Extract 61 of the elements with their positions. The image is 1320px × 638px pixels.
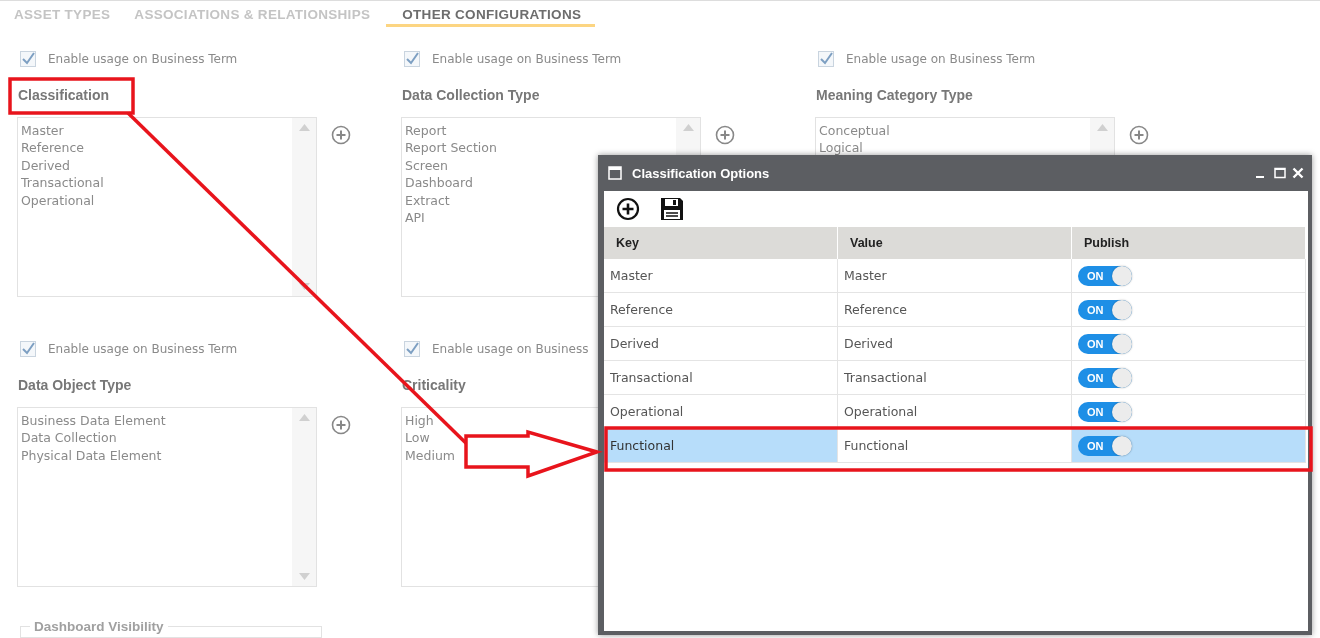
list-item[interactable]: Report Section [405, 139, 673, 157]
list-box[interactable]: Master Reference Derived Transactional Operational [17, 117, 317, 297]
list-item[interactable]: Transactional [21, 174, 289, 192]
list-box[interactable]: Business Data Element Data Collection Physical Data Element [17, 407, 317, 587]
table-cell: Operational [604, 395, 838, 429]
column-header: Key [604, 227, 838, 259]
checkbox[interactable] [404, 51, 420, 67]
toggle-switch[interactable]: ON [1078, 265, 1132, 286]
table-cell: Transactional [604, 361, 838, 395]
list-item[interactable]: Conceptual [819, 122, 1087, 140]
section-title: Data Collection Type [402, 86, 540, 104]
checkbox[interactable] [818, 51, 834, 67]
checkbox-label: Enable usage on Business Term [846, 52, 1036, 66]
add-button[interactable] [616, 197, 640, 221]
column-header: Value [838, 227, 1072, 259]
list-item[interactable]: Data Collection [21, 429, 289, 447]
toggle-switch[interactable]: ON [1078, 333, 1132, 354]
maximize-button[interactable] [1274, 167, 1286, 179]
checkbox-label: Enable usage on Business Term [432, 52, 622, 66]
add-icon[interactable] [331, 415, 351, 435]
list-item[interactable]: Logical [819, 139, 1087, 157]
toggle-switch[interactable]: ON [1078, 435, 1132, 456]
list-item[interactable]: Derived [21, 156, 289, 175]
dashboard-visibility-title: Dashboard Visibility [30, 619, 168, 634]
toggle-switch[interactable]: ON [1078, 401, 1132, 422]
list-item[interactable]: Report [405, 122, 673, 140]
table-cell: Derived [604, 327, 838, 361]
table-cell: Master [838, 259, 1072, 293]
section-title: Data Object Type [18, 376, 132, 394]
add-icon[interactable] [1129, 125, 1149, 145]
checkbox[interactable] [20, 51, 36, 67]
add-icon[interactable] [715, 125, 735, 145]
table-cell: Master [604, 259, 838, 293]
save-button[interactable] [660, 197, 684, 221]
window-icon [608, 166, 622, 180]
toggle-switch[interactable]: ON [1078, 367, 1132, 388]
table-cell: Reference [604, 293, 838, 327]
checkbox-label: Enable usage on Business Term [48, 342, 238, 356]
table-cell: Operational [838, 395, 1072, 429]
close-button[interactable] [1292, 167, 1304, 179]
list-item[interactable]: Business Data Element [21, 412, 289, 430]
list-item[interactable]: Physical Data Element [21, 446, 289, 465]
checkbox[interactable] [20, 341, 36, 357]
section-title: Meaning Category Type [816, 86, 973, 104]
scroll-down-arrow-icon[interactable] [298, 283, 310, 290]
list-item[interactable]: Reference [21, 139, 289, 157]
checkbox-label: Enable usage on Business [432, 342, 589, 356]
add-icon[interactable] [331, 125, 351, 145]
scrollbar[interactable] [292, 118, 316, 296]
table-cell: Reference [838, 293, 1072, 327]
checkbox[interactable] [404, 341, 420, 357]
section-title: Classification [18, 86, 110, 104]
table-cell: Derived [838, 327, 1072, 361]
minimize-icon [1256, 176, 1264, 178]
list-item[interactable]: Operational [21, 191, 289, 210]
toggle-switch[interactable]: ON [1078, 299, 1132, 320]
column-header: Publish [1072, 227, 1306, 259]
table-cell: Transactional [838, 361, 1072, 395]
tab[interactable]: OTHER CONFIGURATIONS [386, 1, 596, 27]
checkbox-label: Enable usage on Business Term [48, 52, 238, 66]
list-item[interactable]: Master [21, 122, 289, 140]
